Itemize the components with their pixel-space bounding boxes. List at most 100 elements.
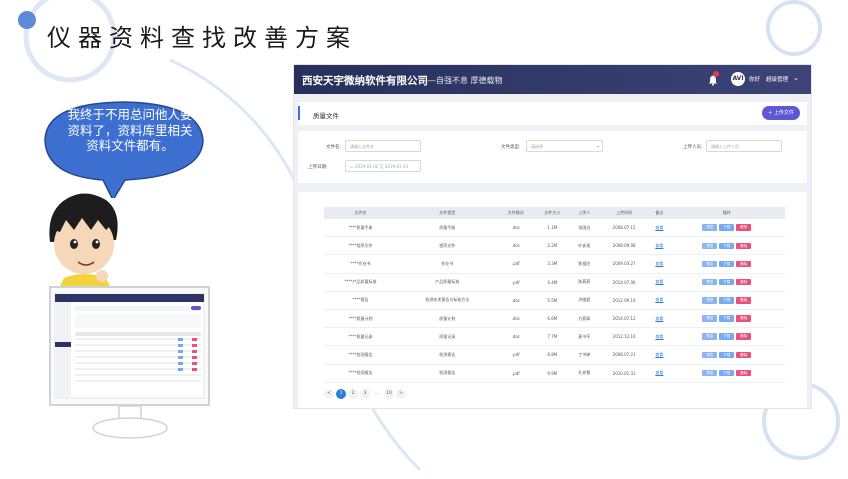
avatar[interactable]: AVI — [731, 72, 745, 86]
company-slogan: ——自强不息 厚德载物 — [420, 76, 503, 85]
cell-type: 质量记录 — [397, 327, 498, 347]
delete-button[interactable]: 删除 — [736, 369, 752, 377]
download-button[interactable]: 下载 — [719, 369, 735, 377]
table-row[interactable]: ****检测报告 检测报告 .pdf 8.8M 丁书婷 2008.07.21 查看 预览 下载删… — [324, 345, 785, 365]
cell-actions: 预览 下载 删除 — [668, 254, 785, 274]
cell-time: 2009.03.27 — [597, 254, 651, 274]
preview-button[interactable]: 预览 — [702, 297, 718, 304]
cell-uploader: 孔祥慧 — [570, 364, 598, 383]
view-remark-link[interactable]: 查看 — [655, 352, 663, 357]
download-button[interactable]: 下载 — [719, 260, 735, 268]
preview-button[interactable]: 预览 — [702, 315, 718, 322]
cartoon-boy — [49, 193, 118, 290]
view-remark-link[interactable]: 查看 — [655, 261, 663, 266]
table-row[interactable]: ****质量记录 质量记录 .doc 7.7M 麦书亨 2012.12.10 查看 预览 下载删… — [324, 327, 785, 347]
file-table-panel: 文件名 文件类型 文件格式 文件大小 上传人 上传时间 备注 操作 ****质量手册 质量手册.… — [298, 192, 807, 408]
download-button[interactable]: 下载 — [719, 278, 735, 286]
delete-button[interactable]: 删除 — [736, 297, 752, 304]
column-header: 备注 — [650, 207, 669, 219]
cell-uploader: 陈燕燕 — [570, 273, 598, 292]
download-button[interactable]: 下载 — [719, 297, 735, 304]
cell-size: 9.9M — [534, 364, 571, 383]
view-remark-link[interactable]: 查看 — [655, 243, 663, 248]
cell-name: ****作业书 — [324, 254, 398, 274]
preview-button[interactable]: 预览 — [702, 333, 718, 340]
download-button[interactable]: 下载 — [719, 224, 735, 231]
delete-button[interactable]: 删除 — [736, 260, 752, 268]
uploader-input[interactable]: 请输入上传人员 — [706, 140, 782, 152]
view-remark-link[interactable]: 查看 — [655, 279, 663, 284]
download-button[interactable]: 下载 — [719, 333, 735, 340]
next-page-button[interactable]: > — [396, 389, 406, 399]
preview-button[interactable]: 预览 — [702, 351, 718, 359]
page-button[interactable]: 2 — [348, 389, 358, 399]
cell-type: 检测报告 — [397, 345, 498, 365]
table-row[interactable]: ****质量手册 质量手册 .doc 1.1M 张国治 2008.07.15 查看 预览 下载删… — [324, 219, 785, 238]
view-remark-link[interactable]: 查看 — [655, 316, 663, 321]
file-name-input[interactable]: 请输入文件名 — [345, 140, 421, 152]
preview-button[interactable]: 预览 — [702, 224, 718, 231]
view-remark-link[interactable]: 查看 — [655, 225, 663, 230]
column-header: 文件类型 — [397, 207, 498, 219]
preview-button[interactable]: 预览 — [702, 260, 718, 268]
view-remark-link[interactable]: 查看 — [655, 297, 663, 302]
prev-page-button[interactable]: < — [324, 389, 334, 399]
preview-button[interactable]: 预览 — [702, 278, 718, 286]
cell-uploader: 丁书婷 — [570, 345, 598, 365]
column-header: 上传时间 — [597, 207, 651, 219]
cell-type: 程序文件 — [397, 236, 498, 256]
cell-name: ****报告 — [324, 291, 398, 310]
page-button[interactable]: 1 — [336, 389, 346, 399]
chevron-down-icon[interactable]: ⌄ — [793, 74, 799, 82]
download-button[interactable]: 下载 — [719, 315, 735, 322]
cell-remark: 查看 — [650, 345, 669, 365]
greeting-text: 你好 — [749, 77, 761, 83]
delete-button[interactable]: 删除 — [736, 278, 752, 286]
table-row[interactable]: ****报告 检测技术报告与标准方法 .doc 5.5M 洪维超 2012.09.10 查看… — [324, 291, 785, 310]
column-header: 上传人 — [570, 207, 598, 219]
table-row[interactable]: ****程序文件 程序文件 .doc 2.2M 叶安现 2008.09.08 查看 预览 下载删… — [324, 236, 785, 256]
chevron-down-icon: ▾ — [596, 144, 599, 149]
table-row[interactable]: ****作业书 作业书 .pdf 3.3M 陈祖民 2009.03.27 查看 预览 下载 删除 — [324, 254, 785, 274]
app-window: 西安天宇微纳软件有限公司 ——自强不息 厚德载物 AVI 你好 超级管理 ⌄ 质… — [293, 64, 812, 409]
cell-time: 2010.01.31 — [597, 364, 651, 383]
preview-button[interactable]: 预览 — [702, 369, 718, 377]
monitor-stand — [92, 405, 168, 439]
date-range-picker[interactable]: ▭ 2019-01-02 至 2019-01-03 — [345, 160, 421, 172]
delete-button[interactable]: 删除 — [736, 242, 752, 250]
cell-type: 产品质量标准 — [397, 273, 498, 292]
file-type-select[interactable]: 请选择 ▾ — [526, 140, 603, 152]
cell-time: 2012.09.10 — [597, 291, 651, 310]
cell-size: 7.7M — [534, 327, 571, 347]
view-remark-link[interactable]: 查看 — [655, 370, 663, 375]
date-separator: 至 — [379, 164, 384, 169]
delete-button[interactable]: 删除 — [736, 351, 752, 359]
cell-remark: 查看 — [650, 364, 669, 383]
upload-date-label: 上传日期: — [308, 165, 328, 170]
table-body: ****质量手册 质量手册 .doc 1.1M 张国治 2008.07.15 查看 预览 下载删… — [324, 219, 785, 383]
user-name[interactable]: 超级管理 — [766, 75, 788, 83]
date-to: 2019-01-03 — [384, 164, 409, 169]
table-row[interactable]: ****产品质量标准 产品质量标准 .pdf 4.4M 陈燕燕 2014.07.06 查看预… — [324, 273, 785, 292]
download-button[interactable]: 下载 — [719, 351, 735, 359]
cell-type: 检测技术报告与标准方法 — [397, 291, 498, 310]
download-button[interactable]: 下载 — [719, 242, 735, 250]
table-row[interactable]: ****质量计划 质量计划 .doc 6.6M 方燕翠 2014.07.12 查看 预览 下载删… — [324, 309, 785, 329]
monitor-screen-thumbnail — [54, 293, 205, 399]
column-header: 文件名 — [324, 207, 398, 219]
table-row[interactable]: ****检测报告 检测报告 .pdf 9.9M 孔祥慧 2010.01.31 查看 预览 下载删… — [324, 364, 785, 383]
page-button[interactable]: 10 — [384, 389, 394, 399]
view-remark-link[interactable]: 查看 — [655, 334, 663, 339]
uploader-label: 上传人员: — [683, 145, 703, 150]
preview-button[interactable]: 预览 — [702, 242, 718, 250]
cell-format: .pdf — [497, 364, 535, 383]
page-button[interactable]: 3 — [360, 389, 370, 399]
upload-file-button[interactable]: + 上传文件 — [762, 106, 800, 120]
cell-size: 3.3M — [534, 254, 571, 274]
delete-button[interactable]: 删除 — [736, 315, 752, 322]
delete-button[interactable]: 删除 — [736, 333, 752, 340]
delete-button[interactable]: 删除 — [736, 224, 752, 231]
monitor-illustration — [49, 286, 210, 406]
cell-name: ****检测报告 — [324, 364, 398, 383]
cell-uploader: 麦书亨 — [570, 327, 598, 347]
